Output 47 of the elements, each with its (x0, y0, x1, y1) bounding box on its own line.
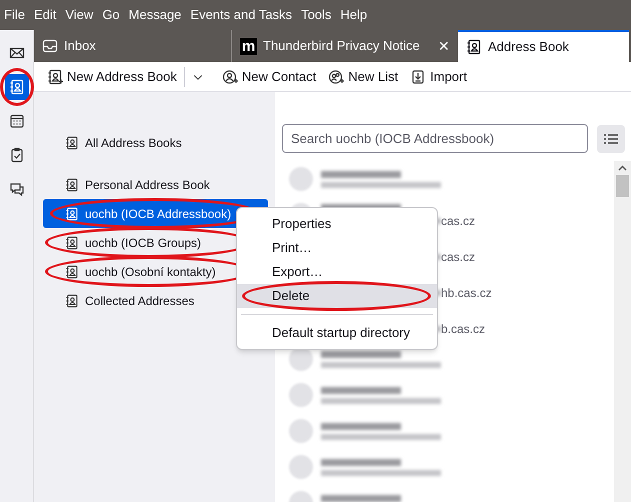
chat-bubbles-icon (8, 181, 24, 197)
email-fragment: cas.cz (441, 214, 476, 226)
new-list-icon (328, 68, 344, 84)
scrollbar[interactable] (614, 161, 631, 502)
address-book-icon (65, 294, 79, 308)
email-fragment: cas.cz (441, 250, 476, 262)
tab[interactable]: m Thunderbird Privacy Notice ✕ (232, 30, 458, 62)
address-book-icon (65, 264, 79, 278)
import-icon (410, 68, 426, 84)
space-button[interactable] (4, 74, 28, 100)
menu-item[interactable]: Default startup directory (237, 321, 437, 345)
menu-item[interactable]: Delete (237, 284, 437, 308)
address-book-icon (65, 236, 79, 250)
scrollbar-thumb[interactable] (616, 175, 629, 197)
menu-item[interactable]: Help (340, 5, 368, 25)
menu-item[interactable]: Events and Tasks (190, 5, 292, 25)
address-book-icon (65, 206, 79, 220)
toolbar-button[interactable]: New Address Book (42, 64, 182, 90)
address-book-icon (466, 39, 482, 55)
clipboard-check-icon (8, 147, 24, 163)
toolbar-button[interactable]: New Contact (216, 64, 322, 90)
address-book-icon (65, 178, 79, 192)
toolbar-button[interactable]: Import (405, 64, 472, 90)
address-book-icon (65, 136, 79, 150)
menu-item[interactable]: Go (102, 5, 120, 25)
close-tab-button[interactable]: ✕ (438, 36, 450, 56)
menu-item[interactable]: Tools (301, 5, 332, 25)
inbox-tray-icon (42, 38, 58, 54)
email-fragment: hb.cas.cz (441, 286, 492, 298)
calendar-icon (8, 113, 24, 129)
mail-icon (8, 45, 24, 61)
tab[interactable]: Address Book (458, 30, 629, 62)
list-options-icon (604, 132, 618, 144)
sort-button[interactable] (597, 124, 625, 152)
menu-item[interactable]: View (65, 5, 94, 25)
site-logo: m (240, 38, 257, 54)
address-book-item[interactable]: All Address Books (43, 128, 268, 157)
new-address-book-icon (47, 68, 63, 84)
address-book-icon (8, 79, 24, 95)
menu-item[interactable]: File (4, 5, 25, 25)
address-book-item[interactable]: Personal Address Book (43, 170, 268, 199)
new-contact-icon (222, 68, 238, 84)
email-fragment: b.cas.cz (441, 322, 486, 334)
toolbar-button[interactable]: New List (323, 64, 404, 90)
menu-item[interactable]: Message (128, 5, 182, 25)
search-field[interactable]: Search uochb (IOCB Addressbook) (282, 124, 588, 153)
menu-item[interactable]: Edit (34, 5, 56, 25)
